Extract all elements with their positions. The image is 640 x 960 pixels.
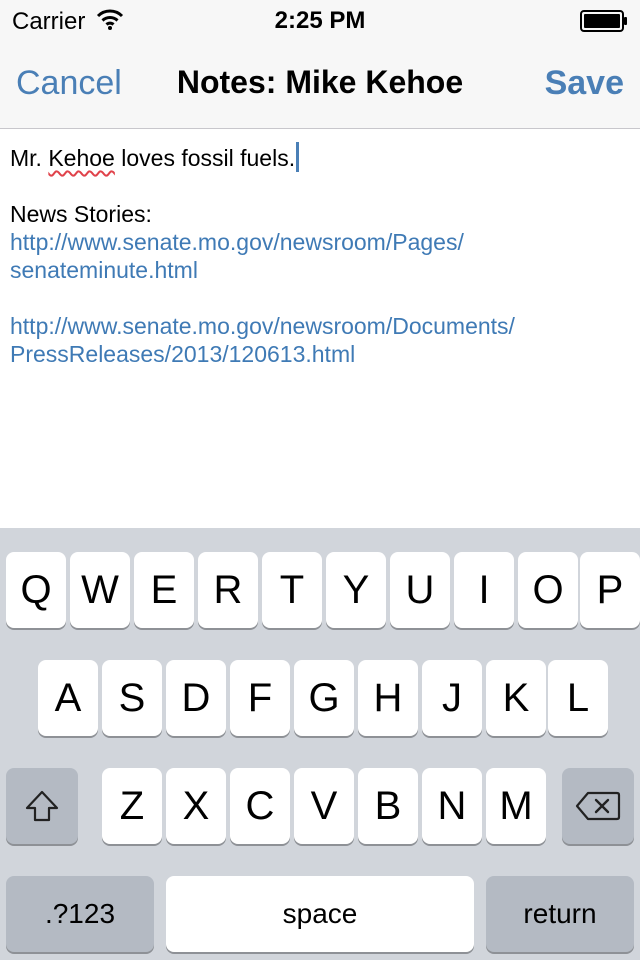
news-stories-heading: News Stories: xyxy=(10,201,152,227)
space-key[interactable]: space xyxy=(166,876,474,952)
key-q[interactable]: Q xyxy=(6,552,66,628)
key-z[interactable]: Z xyxy=(102,768,162,844)
battery-icon xyxy=(580,10,627,32)
key-n[interactable]: N xyxy=(422,768,482,844)
key-h[interactable]: H xyxy=(358,660,418,736)
key-f[interactable]: F xyxy=(230,660,290,736)
key-i[interactable]: I xyxy=(454,552,514,628)
key-p[interactable]: P xyxy=(580,552,640,628)
key-w[interactable]: W xyxy=(70,552,130,628)
key-u[interactable]: U xyxy=(390,552,450,628)
key-v[interactable]: V xyxy=(294,768,354,844)
link-1-line-2[interactable]: senateminute.html xyxy=(10,256,630,284)
numbers-key[interactable]: .?123 xyxy=(6,876,154,952)
shift-icon xyxy=(25,790,59,822)
status-time: 2:25 PM xyxy=(274,7,366,34)
save-button[interactable]: Save xyxy=(545,64,624,103)
navigation-bar: Cancel Notes: Mike Kehoe Save xyxy=(0,40,640,129)
key-k[interactable]: K xyxy=(486,660,546,736)
note-text-area[interactable]: Mr. Kehoe loves fossil fuels. News Stori… xyxy=(0,130,640,528)
key-j[interactable]: J xyxy=(422,660,482,736)
status-bar: Carrier 2:25 PM xyxy=(0,0,640,40)
shift-key[interactable] xyxy=(6,768,78,844)
key-m[interactable]: M xyxy=(486,768,546,844)
text-cursor xyxy=(296,142,300,172)
link-2-line-1[interactable]: http://www.senate.mo.gov/newsroom/Docume… xyxy=(10,312,630,340)
link-2-line-2[interactable]: PressReleases/2013/120613.html xyxy=(10,340,630,368)
key-t[interactable]: T xyxy=(262,552,322,628)
key-e[interactable]: E xyxy=(134,552,194,628)
delete-key[interactable] xyxy=(562,768,634,844)
key-g[interactable]: G xyxy=(294,660,354,736)
key-o[interactable]: O xyxy=(518,552,578,628)
key-d[interactable]: D xyxy=(166,660,226,736)
key-y[interactable]: Y xyxy=(326,552,386,628)
misspelled-word[interactable]: Kehoe xyxy=(48,145,115,171)
key-a[interactable]: A xyxy=(38,660,98,736)
key-x[interactable]: X xyxy=(166,768,226,844)
note-first-line: Mr. Kehoe loves fossil fuels. xyxy=(10,142,630,172)
note-text-prefix: Mr. xyxy=(10,145,49,171)
keyboard: Q W E R T Y U I O P A S D F G H J K L Z … xyxy=(0,528,640,960)
link-1-line-1[interactable]: http://www.senate.mo.gov/newsroom/Pages/ xyxy=(10,228,630,256)
return-key[interactable]: return xyxy=(486,876,634,952)
key-c[interactable]: C xyxy=(230,768,290,844)
key-r[interactable]: R xyxy=(198,552,258,628)
key-b[interactable]: B xyxy=(358,768,418,844)
note-text-suffix: loves fossil fuels. xyxy=(114,145,296,171)
delete-icon xyxy=(575,791,621,821)
key-s[interactable]: S xyxy=(102,660,162,736)
key-l[interactable]: L xyxy=(548,660,608,736)
